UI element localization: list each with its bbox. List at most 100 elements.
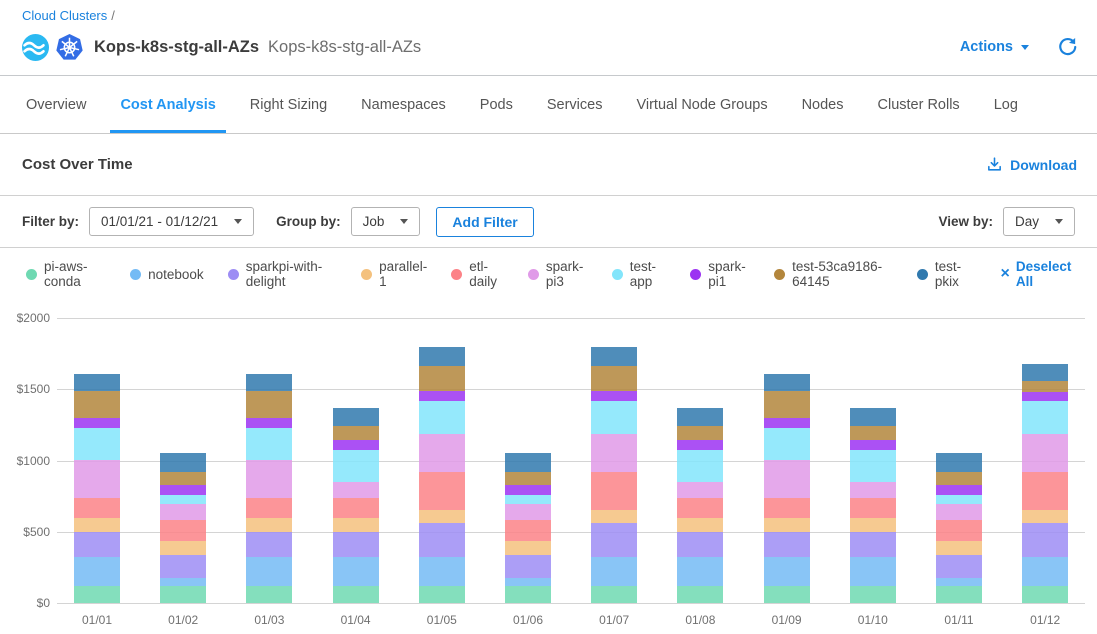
bar-segment-test-app[interactable]: [505, 495, 551, 504]
date-range-select[interactable]: 01/01/21 - 01/12/21: [89, 207, 254, 236]
legend-item-spark-pi3[interactable]: spark-pi3: [528, 259, 588, 289]
stacked-bar-01/06[interactable]: [505, 453, 551, 603]
bar-segment-etl-daily[interactable]: [419, 472, 465, 510]
bar-segment-test-pkix[interactable]: [74, 374, 120, 391]
bar-segment-test-53ca9186-64145[interactable]: [936, 472, 982, 486]
bar-segment-parallel-1[interactable]: [160, 541, 206, 555]
bar-segment-test-pkix[interactable]: [160, 453, 206, 472]
deselect-all-button[interactable]: ×Deselect All: [1000, 259, 1075, 289]
bar-segment-test-53ca9186-64145[interactable]: [419, 366, 465, 390]
bar-segment-notebook[interactable]: [1022, 557, 1068, 586]
bar-segment-spark-pi3[interactable]: [246, 460, 292, 498]
bar-segment-spark-pi1[interactable]: [591, 391, 637, 402]
bar-segment-sparkpi-with-delight[interactable]: [764, 532, 810, 557]
bar-segment-spark-pi1[interactable]: [74, 418, 120, 429]
bar-segment-test-pkix[interactable]: [333, 408, 379, 426]
bar-segment-etl-daily[interactable]: [74, 498, 120, 518]
bar-segment-pi-aws-conda[interactable]: [419, 586, 465, 603]
bar-segment-parallel-1[interactable]: [246, 518, 292, 532]
bar-segment-etl-daily[interactable]: [850, 498, 896, 518]
bar-segment-pi-aws-conda[interactable]: [246, 586, 292, 603]
tab-pods[interactable]: Pods: [470, 76, 523, 133]
bar-segment-parallel-1[interactable]: [333, 518, 379, 532]
bar-segment-sparkpi-with-delight[interactable]: [74, 532, 120, 557]
legend-item-sparkpi-with-delight[interactable]: sparkpi-with-delight: [228, 259, 337, 289]
bar-segment-test-pkix[interactable]: [419, 347, 465, 366]
stacked-bar-01/01[interactable]: [74, 374, 120, 603]
bar-segment-test-app[interactable]: [160, 495, 206, 504]
bar-segment-sparkpi-with-delight[interactable]: [160, 555, 206, 579]
bar-segment-parallel-1[interactable]: [677, 518, 723, 532]
bar-segment-test-53ca9186-64145[interactable]: [591, 366, 637, 390]
stacked-bar-01/05[interactable]: [419, 347, 465, 603]
bar-segment-spark-pi3[interactable]: [677, 482, 723, 498]
stacked-bar-01/04[interactable]: [333, 408, 379, 603]
bar-segment-etl-daily[interactable]: [677, 498, 723, 518]
legend-item-test-53ca9186-64145[interactable]: test-53ca9186-64145: [774, 259, 893, 289]
bar-segment-test-53ca9186-64145[interactable]: [1022, 381, 1068, 392]
bar-segment-test-53ca9186-64145[interactable]: [333, 426, 379, 440]
legend-item-etl-daily[interactable]: etl-daily: [451, 259, 504, 289]
bar-segment-spark-pi3[interactable]: [505, 504, 551, 520]
stacked-bar-01/08[interactable]: [677, 408, 723, 603]
bar-segment-etl-daily[interactable]: [333, 498, 379, 518]
bar-segment-pi-aws-conda[interactable]: [1022, 586, 1068, 603]
bar-segment-test-53ca9186-64145[interactable]: [850, 426, 896, 440]
bar-segment-sparkpi-with-delight[interactable]: [591, 523, 637, 556]
stacked-bar-01/10[interactable]: [850, 408, 896, 603]
bar-segment-pi-aws-conda[interactable]: [333, 586, 379, 603]
legend-item-spark-pi1[interactable]: spark-pi1: [690, 259, 750, 289]
stacked-bar-01/12[interactable]: [1022, 364, 1068, 603]
bar-segment-notebook[interactable]: [246, 557, 292, 586]
bar-segment-spark-pi1[interactable]: [764, 418, 810, 429]
bar-segment-sparkpi-with-delight[interactable]: [505, 555, 551, 579]
bar-segment-test-app[interactable]: [74, 428, 120, 460]
bar-segment-test-pkix[interactable]: [505, 453, 551, 472]
bar-segment-notebook[interactable]: [936, 578, 982, 586]
stacked-bar-01/11[interactable]: [936, 453, 982, 603]
bar-segment-test-app[interactable]: [333, 450, 379, 482]
bar-segment-pi-aws-conda[interactable]: [850, 586, 896, 603]
bar-segment-parallel-1[interactable]: [764, 518, 810, 532]
legend-item-test-pkix[interactable]: test-pkix: [917, 259, 973, 289]
bar-segment-pi-aws-conda[interactable]: [764, 586, 810, 603]
bar-segment-pi-aws-conda[interactable]: [936, 586, 982, 603]
bar-segment-pi-aws-conda[interactable]: [591, 586, 637, 603]
group-by-select[interactable]: Job: [351, 207, 421, 236]
bar-segment-test-app[interactable]: [1022, 401, 1068, 434]
bar-segment-spark-pi1[interactable]: [246, 418, 292, 429]
bar-segment-spark-pi3[interactable]: [591, 434, 637, 472]
tab-log[interactable]: Log: [984, 76, 1028, 133]
bar-segment-parallel-1[interactable]: [505, 541, 551, 555]
bar-segment-sparkpi-with-delight[interactable]: [333, 532, 379, 557]
bar-segment-spark-pi1[interactable]: [850, 440, 896, 450]
bar-segment-test-app[interactable]: [764, 428, 810, 460]
bar-segment-etl-daily[interactable]: [591, 472, 637, 510]
tab-cost-analysis[interactable]: Cost Analysis: [110, 76, 225, 133]
legend-item-notebook[interactable]: notebook: [130, 267, 204, 282]
bar-segment-test-53ca9186-64145[interactable]: [764, 391, 810, 418]
bar-segment-test-pkix[interactable]: [677, 408, 723, 426]
view-by-select[interactable]: Day: [1003, 207, 1075, 236]
bar-segment-pi-aws-conda[interactable]: [160, 586, 206, 603]
bar-segment-spark-pi3[interactable]: [936, 504, 982, 520]
bar-segment-notebook[interactable]: [74, 557, 120, 586]
bar-segment-test-app[interactable]: [419, 401, 465, 434]
bar-segment-parallel-1[interactable]: [591, 510, 637, 524]
tab-nodes[interactable]: Nodes: [792, 76, 854, 133]
bar-segment-sparkpi-with-delight[interactable]: [936, 555, 982, 579]
bar-segment-etl-daily[interactable]: [160, 520, 206, 541]
bar-segment-test-pkix[interactable]: [764, 374, 810, 391]
bar-segment-spark-pi3[interactable]: [1022, 434, 1068, 472]
bar-segment-spark-pi1[interactable]: [333, 440, 379, 450]
bar-segment-sparkpi-with-delight[interactable]: [850, 532, 896, 557]
bar-segment-sparkpi-with-delight[interactable]: [677, 532, 723, 557]
bar-segment-test-53ca9186-64145[interactable]: [160, 472, 206, 486]
bar-segment-test-53ca9186-64145[interactable]: [246, 391, 292, 418]
bar-segment-test-pkix[interactable]: [1022, 364, 1068, 381]
bar-segment-test-app[interactable]: [936, 495, 982, 504]
bar-segment-sparkpi-with-delight[interactable]: [419, 523, 465, 556]
bar-segment-pi-aws-conda[interactable]: [677, 586, 723, 603]
stacked-bar-01/02[interactable]: [160, 453, 206, 603]
bar-segment-test-app[interactable]: [246, 428, 292, 460]
